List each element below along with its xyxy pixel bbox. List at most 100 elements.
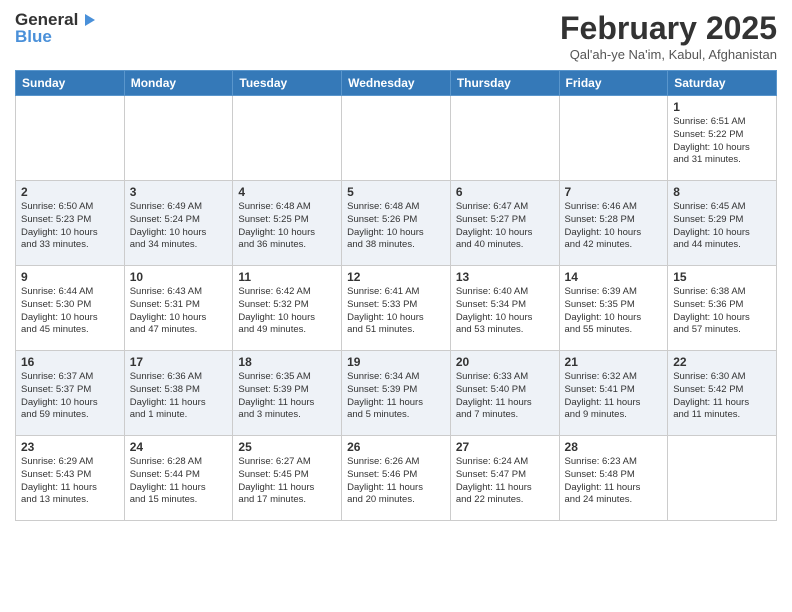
calendar-week-row: 9Sunrise: 6:44 AM Sunset: 5:30 PM Daylig… [16,266,777,351]
month-title: February 2025 [560,10,777,47]
day-info-text: Sunrise: 6:40 AM Sunset: 5:34 PM Dayligh… [456,286,554,337]
table-row [668,436,777,521]
col-wednesday: Wednesday [342,71,451,96]
table-row [124,96,233,181]
day-number: 15 [673,270,771,284]
day-number: 27 [456,440,554,454]
col-sunday: Sunday [16,71,125,96]
table-row: 27 Sunrise: 6:24 AM Sunset: 5:47 PM Dayli… [450,436,559,521]
day-info-text: Sunrise: 6:48 AM Sunset: 5:26 PM Dayligh… [347,201,445,252]
table-row: 22 Sunrise: 6:30 AM Sunset: 5:42 PM Dayli… [668,351,777,436]
table-row: 1 Sunrise: 6:51 AM Sunset: 5:22 PM Daylig… [668,96,777,181]
day-number: 4 [238,185,336,199]
table-row: 28 Sunrise: 6:23 AM Sunset: 5:48 PM Dayli… [559,436,668,521]
col-friday: Friday [559,71,668,96]
table-row [559,96,668,181]
day-number: 21 [565,355,663,369]
day-number: 13 [456,270,554,284]
day-number: 12 [347,270,445,284]
table-row: 26Sunrise: 6:26 AM Sunset: 5:46 PM Dayli… [342,436,451,521]
day-number: 3 [130,185,228,199]
day-info-text: Sunrise: 6:23 AM Sunset: 5:48 PM Dayligh… [565,456,663,507]
table-row: 17 Sunrise: 6:36 AM Sunset: 5:38 PM Dayli… [124,351,233,436]
table-row: 7 Sunrise: 6:46 AM Sunset: 5:28 PM Daylig… [559,181,668,266]
calendar-week-row: 23Sunrise: 6:29 AM Sunset: 5:43 PM Dayli… [16,436,777,521]
table-row: 2 Sunrise: 6:50 AM Sunset: 5:23 PM Daylig… [16,181,125,266]
day-number: 9 [21,270,119,284]
table-row: 3 Sunrise: 6:49 AM Sunset: 5:24 PM Daylig… [124,181,233,266]
calendar-header-row: Sunday Monday Tuesday Wednesday Thursday… [16,71,777,96]
title-block: February 2025 Qal'ah-ye Na'im, Kabul, Af… [560,10,777,62]
calendar-week-row: 16 Sunrise: 6:37 AM Sunset: 5:37 PM Dayli… [16,351,777,436]
col-thursday: Thursday [450,71,559,96]
table-row: 10 Sunrise: 6:43 AM Sunset: 5:31 PM Dayli… [124,266,233,351]
day-info-text: Sunrise: 6:30 AM Sunset: 5:42 PM Dayligh… [673,371,771,422]
day-number: 14 [565,270,663,284]
logo-triangle-icon [81,12,97,28]
col-tuesday: Tuesday [233,71,342,96]
day-number: 22 [673,355,771,369]
day-number: 28 [565,440,663,454]
col-saturday: Saturday [668,71,777,96]
day-info-text: Sunrise: 6:39 AM Sunset: 5:35 PM Dayligh… [565,286,663,337]
table-row: 12 Sunrise: 6:41 AM Sunset: 5:33 PM Dayli… [342,266,451,351]
day-number: 7 [565,185,663,199]
table-row: 9Sunrise: 6:44 AM Sunset: 5:30 PM Daylig… [16,266,125,351]
day-number: 17 [130,355,228,369]
day-info-text: Sunrise: 6:49 AM Sunset: 5:24 PM Dayligh… [130,201,228,252]
day-info-text: Sunrise: 6:38 AM Sunset: 5:36 PM Dayligh… [673,286,771,337]
day-number: 2 [21,185,119,199]
day-info-text: Sunrise: 6:36 AM Sunset: 5:38 PM Dayligh… [130,371,228,422]
day-info-text: Sunrise: 6:46 AM Sunset: 5:28 PM Dayligh… [565,201,663,252]
day-info-text: Sunrise: 6:26 AM Sunset: 5:46 PM Dayligh… [347,456,445,507]
day-info-text: Sunrise: 6:29 AM Sunset: 5:43 PM Dayligh… [21,456,119,507]
table-row: 15 Sunrise: 6:38 AM Sunset: 5:36 PM Dayli… [668,266,777,351]
table-row: 16 Sunrise: 6:37 AM Sunset: 5:37 PM Dayli… [16,351,125,436]
day-number: 16 [21,355,119,369]
day-info-text: Sunrise: 6:27 AM Sunset: 5:45 PM Dayligh… [238,456,336,507]
calendar-table: Sunday Monday Tuesday Wednesday Thursday… [15,70,777,521]
day-info-text: Sunrise: 6:51 AM Sunset: 5:22 PM Dayligh… [673,116,771,167]
day-info-text: Sunrise: 6:33 AM Sunset: 5:40 PM Dayligh… [456,371,554,422]
table-row [450,96,559,181]
table-row: 25 Sunrise: 6:27 AM Sunset: 5:45 PM Dayli… [233,436,342,521]
day-number: 11 [238,270,336,284]
day-number: 5 [347,185,445,199]
day-info-text: Sunrise: 6:34 AM Sunset: 5:39 PM Dayligh… [347,371,445,422]
table-row: 14 Sunrise: 6:39 AM Sunset: 5:35 PM Dayli… [559,266,668,351]
day-info-text: Sunrise: 6:42 AM Sunset: 5:32 PM Dayligh… [238,286,336,337]
day-number: 20 [456,355,554,369]
day-info-text: Sunrise: 6:45 AM Sunset: 5:29 PM Dayligh… [673,201,771,252]
logo: General Blue [15,10,97,47]
day-info-text: Sunrise: 6:24 AM Sunset: 5:47 PM Dayligh… [456,456,554,507]
day-info-text: Sunrise: 6:41 AM Sunset: 5:33 PM Dayligh… [347,286,445,337]
table-row [16,96,125,181]
calendar-week-row: 2 Sunrise: 6:50 AM Sunset: 5:23 PM Daylig… [16,181,777,266]
day-info-text: Sunrise: 6:43 AM Sunset: 5:31 PM Dayligh… [130,286,228,337]
table-row: 24 Sunrise: 6:28 AM Sunset: 5:44 PM Dayli… [124,436,233,521]
table-row: 20 Sunrise: 6:33 AM Sunset: 5:40 PM Dayli… [450,351,559,436]
day-number: 1 [673,100,771,114]
day-number: 10 [130,270,228,284]
table-row: 6Sunrise: 6:47 AM Sunset: 5:27 PM Daylig… [450,181,559,266]
page-header: General Blue February 2025 Qal'ah-ye Na'… [15,10,777,62]
day-info-text: Sunrise: 6:48 AM Sunset: 5:25 PM Dayligh… [238,201,336,252]
day-number: 8 [673,185,771,199]
day-info-text: Sunrise: 6:28 AM Sunset: 5:44 PM Dayligh… [130,456,228,507]
table-row: 4 Sunrise: 6:48 AM Sunset: 5:25 PM Daylig… [233,181,342,266]
day-info-text: Sunrise: 6:37 AM Sunset: 5:37 PM Dayligh… [21,371,119,422]
day-number: 24 [130,440,228,454]
location-text: Qal'ah-ye Na'im, Kabul, Afghanistan [560,47,777,62]
table-row: 23Sunrise: 6:29 AM Sunset: 5:43 PM Dayli… [16,436,125,521]
day-number: 25 [238,440,336,454]
day-number: 19 [347,355,445,369]
table-row [342,96,451,181]
col-monday: Monday [124,71,233,96]
table-row [233,96,342,181]
day-info-text: Sunrise: 6:50 AM Sunset: 5:23 PM Dayligh… [21,201,119,252]
table-row: 18 Sunrise: 6:35 AM Sunset: 5:39 PM Dayli… [233,351,342,436]
day-info-text: Sunrise: 6:32 AM Sunset: 5:41 PM Dayligh… [565,371,663,422]
day-info-text: Sunrise: 6:35 AM Sunset: 5:39 PM Dayligh… [238,371,336,422]
table-row: 8 Sunrise: 6:45 AM Sunset: 5:29 PM Daylig… [668,181,777,266]
day-number: 18 [238,355,336,369]
